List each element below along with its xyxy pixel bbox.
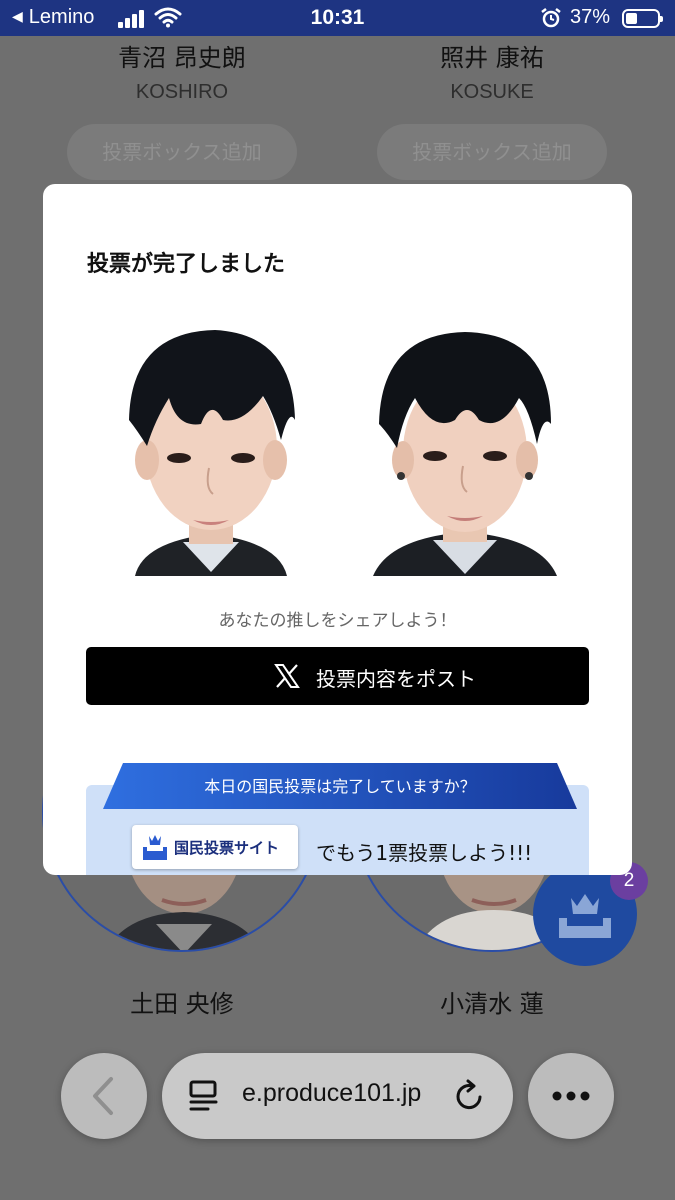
voted-candidate-portrait [129, 330, 295, 576]
alarm-icon [541, 8, 561, 28]
address-bar[interactable]: e.produce101.jp [162, 1053, 513, 1139]
modal-title: 投票が完了しました [87, 252, 286, 277]
add-vote-box-button[interactable]: 投票ボックス追加 [377, 124, 607, 180]
chevron-left-icon [93, 1077, 113, 1115]
share-prompt: あなたの推しをシェアしよう！ [218, 611, 457, 631]
national-vote-banner[interactable]: 本日の国民投票は完了していますか？ 国民投票サイト でもう1票投票しよう!!! [86, 763, 589, 875]
url-text[interactable]: e.produce101.jp [242, 1079, 421, 1108]
status-bar: ◀ Lemino 10:31 37% [0, 0, 675, 36]
candidate-name-en: KOSHIRO [135, 81, 229, 103]
ballot-box-icon [143, 835, 167, 860]
tabs-icon[interactable] [188, 1079, 222, 1113]
site-badge-label: 国民投票サイト [174, 839, 280, 857]
voted-candidate-portrait [373, 332, 557, 576]
more-options-button[interactable] [528, 1053, 614, 1139]
post-to-x-button[interactable]: 投票内容をポスト [86, 647, 589, 705]
candidate-card-top-right: 照井 康祐 KOSUKE [362, 38, 622, 104]
more-icon [552, 1091, 590, 1101]
candidate-card-top-left: 青沼 昂史朗 KOSHIRO [52, 38, 312, 104]
battery-percent: 37% [570, 6, 611, 28]
reload-icon[interactable] [452, 1077, 488, 1115]
x-logo-icon [274, 664, 300, 688]
banner-ribbon-text: 本日の国民投票は完了していますか？ [204, 777, 476, 796]
browser-back-button[interactable] [61, 1053, 147, 1139]
candidate-name-jp: 照井 康祐 [440, 44, 544, 72]
add-vote-box-button[interactable]: 投票ボックス追加 [67, 124, 297, 180]
vote-complete-modal: 投票が完了しました あなたの推しをシェアしよう！ 投票内容をポスト 本日の国民投… [43, 184, 632, 875]
battery-icon [622, 9, 663, 28]
banner-cta-text: でもう1票投票しよう!!! [316, 841, 533, 865]
candidate-name-jp: 青沼 昂史朗 [118, 44, 246, 72]
post-button-label: 投票内容をポスト [316, 667, 476, 691]
candidate-name-jp: 小清水 蓮 [440, 990, 544, 1018]
national-vote-site-link[interactable]: 国民投票サイト [132, 825, 298, 869]
candidate-name-en: KOSUKE [450, 81, 534, 103]
candidate-name-jp: 土田 央修 [130, 990, 234, 1018]
